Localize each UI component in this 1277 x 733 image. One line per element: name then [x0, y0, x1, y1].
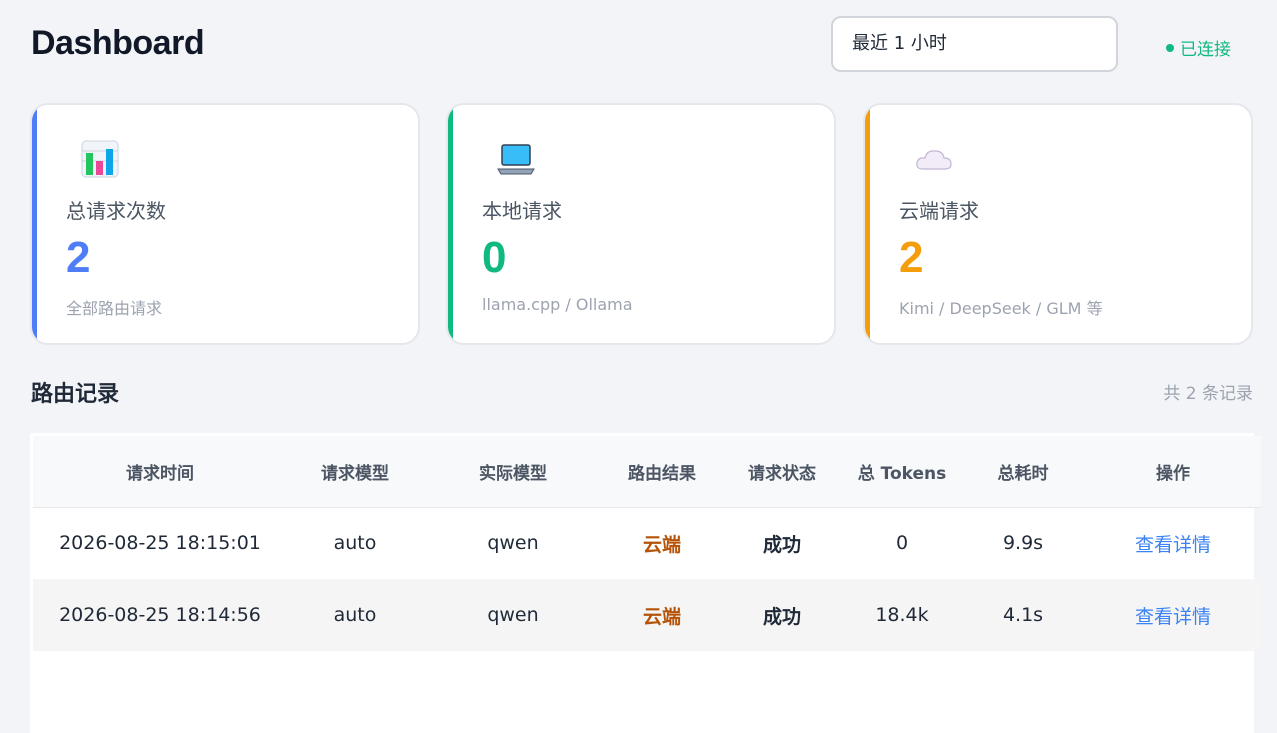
col-header-route: 路由结果 [628, 463, 696, 484]
table-row: 2026-08-25 18:14:56 auto qwen 云端 成功 18.4… [33, 579, 1261, 651]
connection-status-label: 已连接 [1180, 40, 1231, 60]
col-header-time: 请求时间 [126, 463, 194, 484]
cell-status: 成功 [762, 533, 801, 556]
cell-req-model: auto [333, 532, 377, 555]
stat-label: 云端请求 [899, 199, 979, 223]
table-row: 2026-08-25 18:15:01 auto qwen 云端 成功 0 9.… [33, 507, 1261, 579]
cell-tokens: 18.4k [875, 604, 929, 626]
table-header-row: 请求时间 请求模型 实际模型 路由结果 请求状态 总 Tokens 总耗时 操作 [33, 436, 1261, 507]
stat-label: 本地请求 [482, 199, 562, 223]
cell-duration: 9.9s [1002, 532, 1044, 555]
cell-status: 成功 [762, 605, 801, 628]
cell-actual-model: qwen [487, 532, 539, 555]
stat-card-local: 本地请求 0 llama.cpp / Ollama [446, 103, 836, 345]
stat-subtext: Kimi / DeepSeek / GLM 等 [899, 299, 1103, 318]
stat-subtext: 全部路由请求 [66, 299, 163, 318]
cell-time: 2026-08-25 18:14:56 [59, 604, 261, 626]
card-accent [865, 105, 870, 343]
col-header-actual-model: 实际模型 [479, 463, 547, 484]
laptop-icon [496, 139, 536, 179]
cell-route: 云端 [642, 605, 681, 628]
stat-value: 2 [899, 233, 924, 282]
cell-time: 2026-08-25 18:15:01 [59, 532, 261, 555]
col-header-duration: 总耗时 [997, 463, 1049, 484]
status-dot-icon [1166, 44, 1174, 52]
cell-route: 云端 [642, 533, 681, 556]
view-details-link[interactable]: 查看详情 [1135, 606, 1211, 628]
cell-action: 查看详情 [1085, 507, 1261, 579]
cell-action: 查看详情 [1085, 579, 1261, 651]
view-details-link[interactable]: 查看详情 [1135, 534, 1211, 556]
stat-card-cloud: 云端请求 2 Kimi / DeepSeek / GLM 等 [863, 103, 1253, 345]
cell-actual-model: qwen [487, 604, 539, 626]
stat-value: 2 [66, 233, 91, 282]
bar-chart-icon [80, 139, 120, 179]
col-header-action: 操作 [1156, 463, 1190, 484]
cell-req-model: auto [333, 604, 377, 626]
records-title: 路由记录 [31, 382, 120, 407]
record-count: 共 2 条记录 [1163, 384, 1253, 404]
stat-subtext: llama.cpp / Ollama [482, 295, 633, 314]
col-header-req-model: 请求模型 [321, 463, 389, 484]
stat-value: 0 [482, 233, 507, 282]
connection-status: 已连接 [1166, 35, 1231, 60]
time-range-select[interactable]: 最近 1 小时 [831, 16, 1118, 72]
col-header-tokens: 总 Tokens [857, 463, 947, 484]
stat-card-total: 总请求次数 2 全部路由请求 [30, 103, 420, 345]
records-table: 请求时间 请求模型 实际模型 路由结果 请求状态 总 Tokens 总耗时 操作… [30, 433, 1261, 733]
card-accent [448, 105, 453, 343]
page-title: Dashboard [31, 24, 205, 62]
cloud-icon [913, 139, 953, 179]
cell-tokens: 0 [895, 532, 909, 555]
cell-duration: 4.1s [1002, 604, 1044, 626]
card-accent [32, 105, 37, 343]
col-header-status: 请求状态 [748, 463, 816, 484]
stat-label: 总请求次数 [66, 199, 166, 223]
